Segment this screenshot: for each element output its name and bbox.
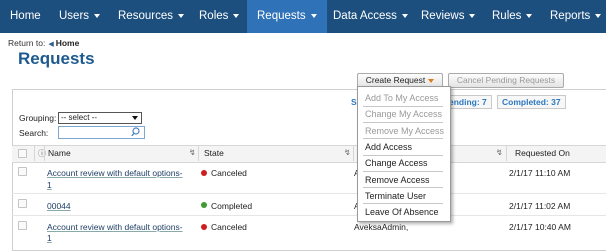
column-divider <box>34 146 35 161</box>
menu-divider <box>363 106 443 107</box>
chevron-down-icon <box>526 13 533 18</box>
nav-requests[interactable]: Requests <box>247 0 327 33</box>
nav-users[interactable]: Users <box>59 0 101 33</box>
menu-item-change-access[interactable]: Change Access <box>365 158 428 168</box>
chevron-down-icon <box>401 13 408 18</box>
column-header-name[interactable]: Name <box>48 148 71 158</box>
request-name-link[interactable]: 00044 <box>47 201 71 211</box>
menu-item-leave-of-absence[interactable]: Leave Of Absence <box>365 207 439 217</box>
menu-item-remove-access[interactable]: Remove Access <box>365 175 430 185</box>
grouping-select-value: -- select -- <box>61 113 97 122</box>
nav-roles[interactable]: Roles <box>199 0 240 33</box>
menu-divider <box>363 187 443 188</box>
chevron-down-icon <box>177 13 184 18</box>
column-divider <box>44 146 45 161</box>
return-to-label: Return to: <box>8 38 46 48</box>
nav-roles-label: Roles <box>199 10 229 22</box>
menu-item-add-to-my-access[interactable]: Add To My Access <box>365 93 438 103</box>
chevron-down-icon <box>595 13 602 18</box>
grouping-select[interactable]: -- select -- <box>58 112 142 124</box>
search-icon[interactable] <box>130 127 142 137</box>
column-divider <box>506 146 507 161</box>
column-header-state[interactable]: State <box>204 148 224 158</box>
completed-count-badge[interactable]: Completed: 37 <box>497 95 566 109</box>
requested-on: 2/1/17 11:02 AM <box>509 201 571 211</box>
nav-home-label: Home <box>10 10 41 22</box>
row-checkbox[interactable] <box>18 221 27 230</box>
request-name-line: 1 <box>47 233 52 243</box>
pending-count-badge[interactable]: ending: 7 <box>444 95 492 109</box>
menu-divider <box>363 122 443 123</box>
cancel-pending-requests-button[interactable]: Cancel Pending Requests <box>448 73 564 88</box>
nav-reviews-label: Reviews <box>421 10 465 22</box>
request-name-line: 00044 <box>47 201 71 211</box>
status-canceled-icon <box>201 170 207 176</box>
requested-on: 2/1/17 10:40 AM <box>509 222 571 232</box>
chevron-down-icon <box>94 13 101 18</box>
requested-by: AveksaAdmin, <box>354 222 409 232</box>
create-request-label: Create Request <box>365 75 426 85</box>
menu-divider <box>363 203 443 204</box>
row-checkbox[interactable] <box>18 199 27 208</box>
select-all-checkbox[interactable] <box>18 149 27 158</box>
nav-data-access-label: Data Access <box>333 10 397 22</box>
chevron-down-icon <box>233 13 240 18</box>
request-name-line: Account review with default options- <box>47 168 183 178</box>
nav-resources-label: Resources <box>118 10 173 22</box>
chevron-down-icon <box>469 13 476 18</box>
nav-reviews[interactable]: Reviews <box>421 0 476 33</box>
status-completed-icon <box>201 202 207 208</box>
menu-item-add-access[interactable]: Add Access <box>365 142 412 152</box>
requested-on: 2/1/17 11:10 AM <box>509 168 571 178</box>
back-arrow-icon: ◀ <box>48 41 54 48</box>
menu-item-change-my-access[interactable]: Change My Access <box>365 109 442 119</box>
menu-item-terminate-user[interactable]: Terminate User <box>365 191 426 201</box>
column-divider <box>353 146 354 161</box>
row-divider <box>12 215 606 216</box>
nav-home[interactable]: Home <box>10 0 41 33</box>
nav-requests-label: Requests <box>257 10 306 22</box>
request-name-link-continued[interactable]: 1 <box>47 180 52 190</box>
status-canceled-icon <box>201 224 207 230</box>
menu-item-remove-my-access[interactable]: Remove My Access <box>365 126 444 136</box>
request-name-line: 1 <box>47 180 52 190</box>
request-name-link[interactable]: Account review with default options- <box>47 168 183 178</box>
nav-data-access[interactable]: Data Access <box>333 0 408 33</box>
column-header-requested-on[interactable]: Requested On <box>515 148 570 158</box>
menu-divider <box>363 155 443 156</box>
menu-divider <box>363 171 443 172</box>
nav-rules-label: Rules <box>492 10 522 22</box>
request-name-link[interactable]: Account review with default options- <box>47 222 183 232</box>
column-resize-icon[interactable]: ↯ <box>189 148 196 157</box>
nav-rules[interactable]: Rules <box>492 0 533 33</box>
cancel-pending-label: Cancel Pending Requests <box>456 75 556 85</box>
menu-divider <box>363 138 443 139</box>
row-divider <box>12 193 606 194</box>
chevron-down-icon <box>132 116 138 120</box>
column-resize-icon[interactable]: ↯ <box>496 148 503 157</box>
request-state: Canceled <box>211 168 247 178</box>
request-state: Completed <box>211 201 253 211</box>
chevron-down-icon <box>428 78 435 83</box>
row-checkbox[interactable] <box>18 167 27 176</box>
return-home-link[interactable]: Home <box>56 38 80 48</box>
grouping-label: Grouping: <box>19 113 57 123</box>
nav-reports[interactable]: Reports <box>550 0 602 33</box>
request-name-link-continued[interactable]: 1 <box>47 233 52 243</box>
breadcrumb: Return to: ◀ Home <box>8 38 79 48</box>
request-name-line: Account review with default options- <box>47 222 183 232</box>
column-resize-icon[interactable]: ↯ <box>344 148 351 157</box>
nav-resources[interactable]: Resources <box>118 0 184 33</box>
top-navigation-bar: Home Users Resources Roles Requests Data… <box>0 0 606 33</box>
request-state: Canceled <box>211 222 247 232</box>
page-title: Requests <box>18 49 95 68</box>
search-label: Search: <box>19 128 49 138</box>
column-divider <box>198 146 199 161</box>
nav-reports-label: Reports <box>550 10 591 22</box>
chevron-down-icon <box>310 13 317 18</box>
nav-users-label: Users <box>59 10 90 22</box>
